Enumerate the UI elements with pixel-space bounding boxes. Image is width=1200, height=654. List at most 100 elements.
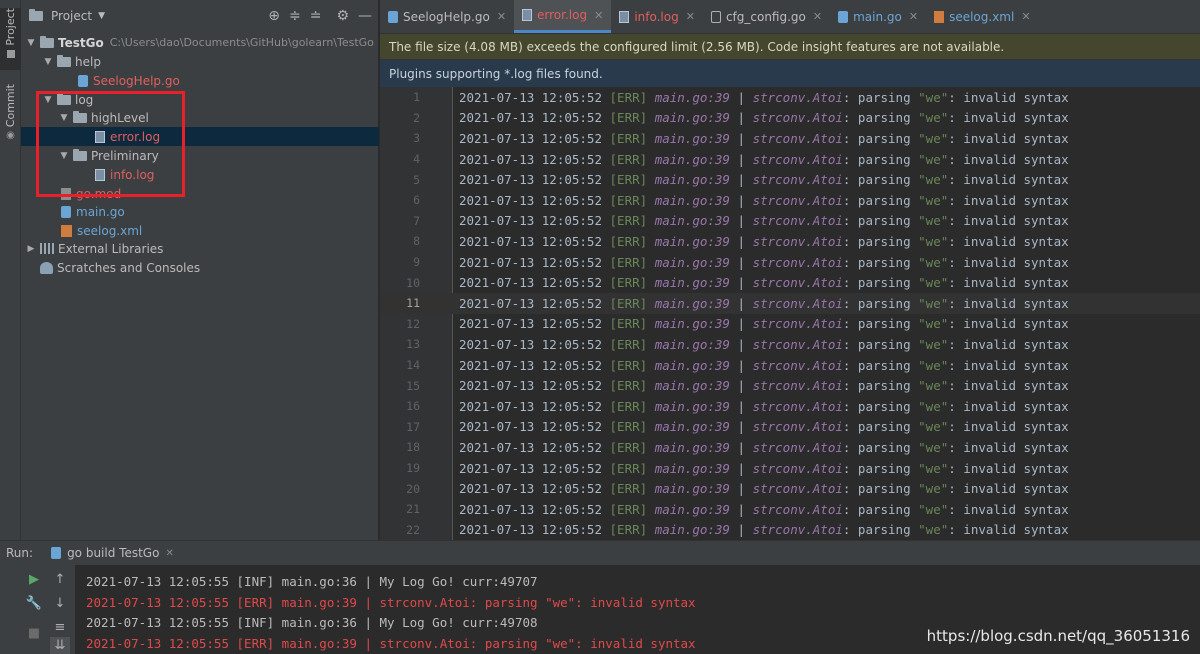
code-editor[interactable]: 1 2021-07-13 12:05:52 [ERR] main.go:39 | … [380,87,1200,540]
tree-item-help[interactable]: ▼ help [21,52,379,71]
chevron-down-icon[interactable]: ▼ [42,57,54,67]
go-file-icon [78,74,88,87]
tree-item-scratches[interactable]: Scratches and Consoles [21,258,379,277]
tab-cfg-config-go[interactable]: cfg_config.go ✕ [703,0,830,33]
line-number: 11 [406,296,420,311]
editor-tab-bar: SeelogHelp.go ✕ error.log ✕ info.log ✕ c… [380,0,1200,34]
tab-seelog-xml[interactable]: seelog.xml ✕ [926,0,1038,33]
console-line: 2021-07-13 12:05:55 [INF] main.go:36 | M… [86,614,538,630]
tree-item-label: TestGo [58,35,104,50]
chevron-down-icon[interactable]: ▼ [98,11,105,21]
xml-file-icon [934,10,945,23]
run-config-tab[interactable]: go build TestGo ✕ [51,546,174,560]
close-icon[interactable]: ✕ [165,548,173,559]
tab-label: seelog.xml [949,9,1015,24]
line-number: 12 [406,316,420,331]
code-text: 2021-07-13 12:05:52 [ERR] main.go:39 | s… [459,398,1069,414]
code-line: 11 2021-07-13 12:05:52 [ERR] main.go:39 |… [380,293,1200,314]
stop-icon[interactable]: ■ [24,623,44,643]
line-number: 3 [413,131,420,146]
rerun-icon[interactable]: ▶ [24,569,44,589]
commit-tool-label: Commit [4,84,17,128]
project-panel-header: Project ▼ ⊕ ≑ ≐ ⚙ — [21,0,378,32]
code-text: 2021-07-13 12:05:52 [ERR] main.go:39 | s… [459,192,1069,208]
close-icon[interactable]: ✕ [686,10,695,23]
code-line: 5 2021-07-13 12:05:52 [ERR] main.go:39 | … [380,169,1200,190]
line-number: 1 [413,90,420,105]
tab-info-log[interactable]: info.log ✕ [611,0,703,33]
expand-all-icon[interactable]: ≑ [289,8,301,24]
chevron-down-icon[interactable]: ▼ [25,38,37,48]
collapse-all-icon[interactable]: ≐ [310,8,322,24]
code-text: 2021-07-13 12:05:52 [ERR] main.go:39 | s… [459,522,1069,538]
commit-tool-tab[interactable]: Commit ◉ [0,84,21,142]
tree-item-external-libraries[interactable]: ▶ External Libraries [21,239,379,258]
code-line: 10 2021-07-13 12:05:52 [ERR] main.go:39 |… [380,272,1200,293]
project-folder-icon [29,9,43,21]
tree-item-seeloghelp[interactable]: SeelogHelp.go [21,71,379,90]
xml-file-icon [61,224,72,237]
library-icon [40,243,54,254]
run-panel-header: Run: go build TestGo ✕ [0,540,1200,565]
tab-main-go[interactable]: main.go ✕ [830,0,926,33]
line-number: 4 [413,152,420,167]
tree-item-label: seelog.xml [77,223,143,238]
tree-item-label: help [75,54,101,69]
line-number: 19 [406,461,420,476]
warning-text: The file size (4.08 MB) exceeds the conf… [389,39,1005,54]
code-text: 2021-07-13 12:05:52 [ERR] main.go:39 | s… [459,378,1069,394]
plugins-text: Plugins supporting *.log files found. [389,66,603,81]
close-icon[interactable]: ✕ [594,9,603,22]
line-number: 17 [406,419,420,434]
console-line: 2021-07-13 12:05:55 [ERR] main.go:39 | s… [86,594,696,610]
line-number: 21 [406,502,420,517]
close-icon[interactable]: ✕ [497,10,506,23]
line-number: 15 [406,378,420,393]
code-text: 2021-07-13 12:05:52 [ERR] main.go:39 | s… [459,110,1069,126]
project-path: C:\Users\dao\Documents\GitHub\golearn\Te… [109,36,374,49]
line-number: 9 [413,255,420,270]
line-number: 14 [406,358,420,373]
run-toolbar: ▶ ↑ 🔧 ↓ ■ ≡ ⇊ [0,565,75,654]
close-icon[interactable]: ✕ [909,10,918,23]
log-file-icon [619,10,630,23]
soft-wrap-icon[interactable]: ≡ [50,617,70,637]
chevron-right-icon[interactable]: ▶ [25,244,37,254]
minimize-icon[interactable]: — [358,8,372,24]
project-tool-tab[interactable]: Project [0,8,21,70]
line-number: 7 [413,213,420,228]
line-number: 10 [406,275,420,290]
wrench-icon[interactable]: 🔧 [24,593,44,613]
code-line: 9 2021-07-13 12:05:52 [ERR] main.go:39 | … [380,252,1200,273]
console-line: 2021-07-13 12:05:55 [ERR] main.go:39 | s… [86,635,696,651]
tree-item-label: External Libraries [58,241,164,256]
close-icon[interactable]: ✕ [813,10,822,23]
code-line: 19 2021-07-13 12:05:52 [ERR] main.go:39 |… [380,458,1200,479]
tree-item-root[interactable]: ▼ TestGo C:\Users\dao\Documents\GitHub\g… [21,33,379,52]
tree-item-main-go[interactable]: main.go [21,202,379,221]
scroll-to-end-icon[interactable]: ⇊ [50,637,70,654]
gear-icon[interactable]: ⚙ [336,8,349,24]
go-file-icon [838,10,849,23]
commit-icon: ◉ [6,130,15,142]
code-text: 2021-07-13 12:05:52 [ERR] main.go:39 | s… [459,172,1069,188]
tool-window-strip: Project Commit ◉ [0,0,21,540]
code-line: 15 2021-07-13 12:05:52 [ERR] main.go:39 |… [380,375,1200,396]
code-line: 14 2021-07-13 12:05:52 [ERR] main.go:39 |… [380,355,1200,376]
project-panel-title[interactable]: Project [51,9,92,23]
tree-item-seelog-xml[interactable]: seelog.xml [21,221,379,240]
arrow-up-icon[interactable]: ↑ [50,569,70,589]
tab-seeloghelp-go[interactable]: SeelogHelp.go ✕ [380,0,514,33]
locate-icon[interactable]: ⊕ [268,8,280,24]
code-line: 2 2021-07-13 12:05:52 [ERR] main.go:39 | … [380,108,1200,129]
project-panel-toolbar: ⊕ ≑ ≐ ⚙ — [268,0,372,32]
code-line: 17 2021-07-13 12:05:52 [ERR] main.go:39 |… [380,417,1200,438]
close-icon[interactable]: ✕ [1021,10,1030,23]
code-line: 13 2021-07-13 12:05:52 [ERR] main.go:39 |… [380,334,1200,355]
code-text: 2021-07-13 12:05:52 [ERR] main.go:39 | s… [459,357,1069,373]
line-number: 20 [406,481,420,496]
code-line: 12 2021-07-13 12:05:52 [ERR] main.go:39 |… [380,314,1200,335]
arrow-down-icon[interactable]: ↓ [50,593,70,613]
code-line: 22 2021-07-13 12:05:52 [ERR] main.go:39 |… [380,520,1200,541]
tab-error-log[interactable]: error.log ✕ [514,0,612,33]
